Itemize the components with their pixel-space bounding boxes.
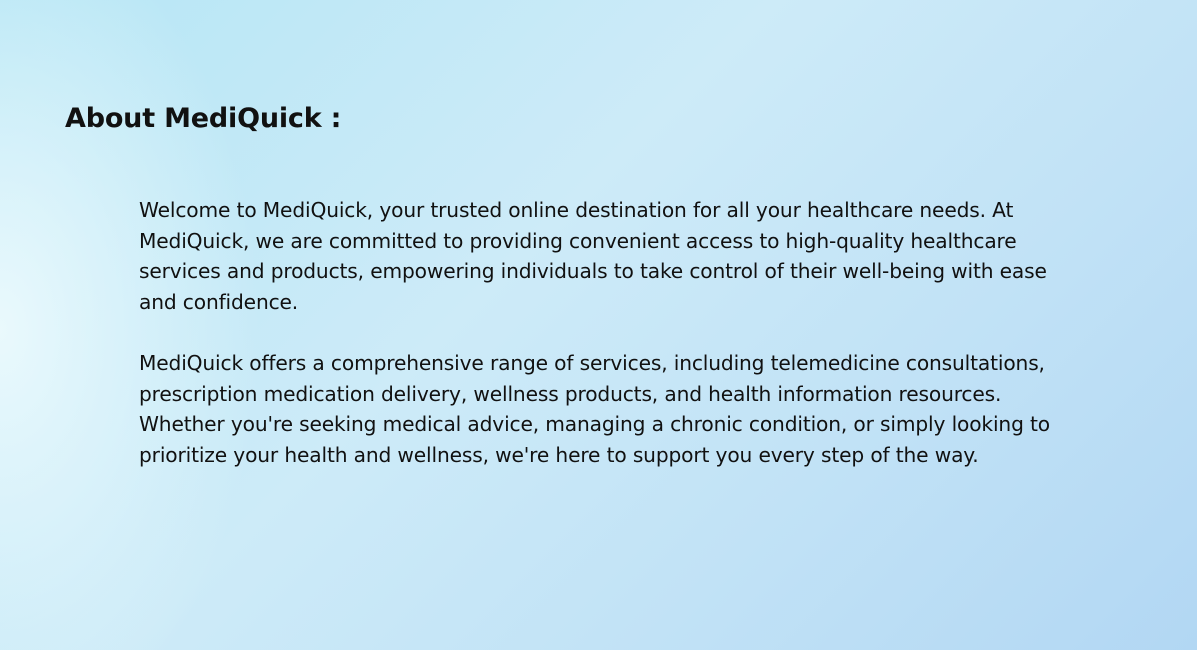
about-page: About MediQuick : Welcome to MediQuick, … (0, 0, 1197, 650)
page-title: About MediQuick : (65, 103, 342, 134)
intro-paragraph: Welcome to MediQuick, your trusted onlin… (139, 198, 1047, 315)
services-paragraph: MediQuick offers a comprehensive range o… (139, 350, 1050, 467)
about-content: Welcome to MediQuick, your trusted onlin… (139, 195, 1074, 471)
